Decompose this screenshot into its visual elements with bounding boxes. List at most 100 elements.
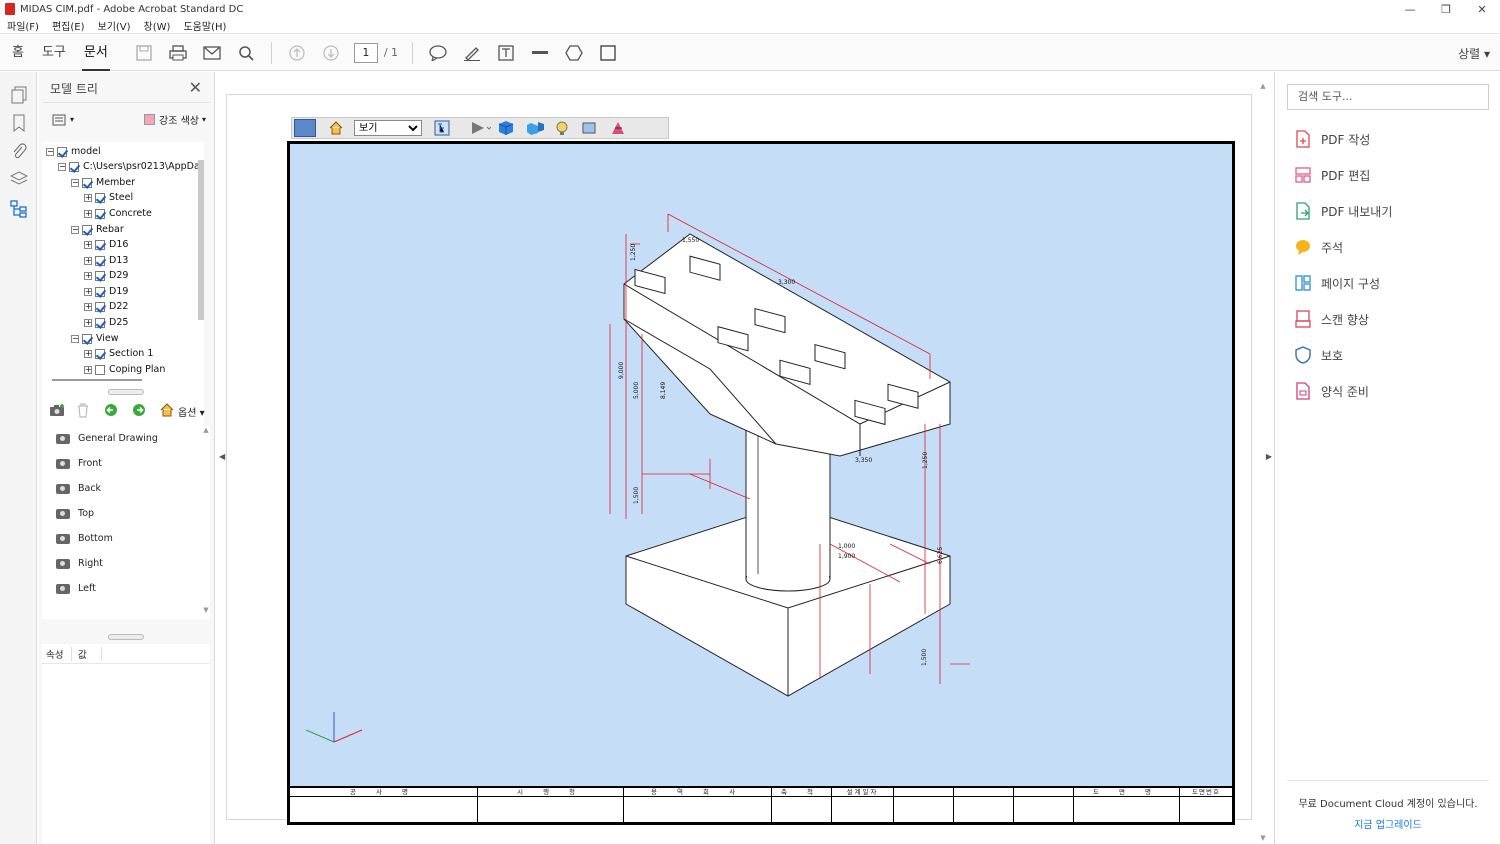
- play-animation-icon[interactable]: [470, 120, 492, 136]
- tool-search-input[interactable]: 검색 도구...: [1287, 84, 1489, 110]
- tree-checkbox[interactable]: [95, 364, 105, 375]
- tab-tools[interactable]: 도구: [42, 35, 66, 71]
- user-account-menu[interactable]: 상렬 ▾: [1458, 45, 1490, 62]
- menu-window[interactable]: 창(W): [144, 18, 171, 33]
- tree-item-member[interactable]: − Member: [71, 175, 135, 190]
- tree-scrollbar[interactable]: [198, 160, 204, 320]
- email-icon[interactable]: [200, 41, 224, 65]
- bookmark-icon[interactable]: [10, 114, 28, 133]
- tree-item-path[interactable]: − C:\Users\psr0213\AppData\: [58, 159, 204, 174]
- tree-item-concrete[interactable]: + Concrete: [84, 206, 152, 221]
- tree-item-model[interactable]: − model: [46, 144, 101, 159]
- line-icon[interactable]: [528, 41, 552, 65]
- highlight-pen-icon[interactable]: [460, 41, 484, 65]
- tab-document[interactable]: 문서: [81, 35, 110, 71]
- tree-item-d19[interactable]: + D19: [84, 284, 128, 299]
- upgrade-link[interactable]: 지금 업그레이드: [1287, 816, 1489, 831]
- tree-item-d16[interactable]: + D16: [84, 237, 128, 252]
- prev-page-icon[interactable]: [285, 41, 309, 65]
- view-item-back[interactable]: Back: [42, 476, 200, 501]
- tree-checkbox[interactable]: [95, 255, 105, 266]
- next-view-icon[interactable]: [132, 403, 146, 420]
- projection-icon[interactable]: [498, 120, 514, 136]
- save-icon[interactable]: [132, 41, 156, 65]
- tree-checkbox[interactable]: [82, 224, 92, 235]
- tool-prepare-form[interactable]: 양식 준비: [1295, 380, 1369, 402]
- view-item-front[interactable]: Front: [42, 451, 200, 476]
- comment-icon[interactable]: [426, 41, 450, 65]
- tree-checkbox[interactable]: [95, 192, 105, 203]
- rotate-tool-icon[interactable]: [294, 119, 316, 137]
- tree-checkbox[interactable]: [95, 208, 105, 219]
- layers-icon[interactable]: [9, 170, 29, 188]
- collapse-right-icon[interactable]: ▶: [1266, 452, 1272, 461]
- view-item-top[interactable]: Top: [42, 501, 200, 526]
- lighting-icon[interactable]: [554, 120, 570, 136]
- text-box-icon[interactable]: [494, 41, 518, 65]
- view-select[interactable]: 보기: [354, 120, 422, 136]
- tree-checkbox[interactable]: [69, 161, 79, 172]
- menu-view[interactable]: 보기(V): [98, 18, 131, 33]
- tool-comment[interactable]: 주석: [1295, 236, 1343, 258]
- previous-view-icon[interactable]: [104, 403, 118, 420]
- tree-checkbox[interactable]: [95, 270, 105, 281]
- view-item-left[interactable]: Left: [42, 576, 200, 601]
- tree-checkbox[interactable]: [95, 239, 105, 250]
- tree-item-rebar[interactable]: − Rebar: [71, 222, 124, 237]
- page-number-input[interactable]: 1: [353, 42, 378, 63]
- view-item-right[interactable]: Right: [42, 551, 200, 576]
- collapse-left-icon[interactable]: ◀: [219, 452, 225, 461]
- tool-export-pdf[interactable]: PDF 내보내기: [1295, 200, 1392, 222]
- background-color-icon[interactable]: [582, 120, 598, 136]
- tool-create-pdf[interactable]: PDF 작성: [1295, 128, 1370, 150]
- tree-checkbox[interactable]: [95, 286, 105, 297]
- add-view-icon[interactable]: [48, 403, 66, 420]
- panel-splitter-2[interactable]: [108, 634, 144, 640]
- model-tree-toggle-icon[interactable]: [434, 120, 450, 136]
- search-icon[interactable]: [234, 41, 258, 65]
- tree-item-d29[interactable]: + D29: [84, 268, 128, 283]
- pages-icon[interactable]: [10, 86, 28, 104]
- tool-protect[interactable]: 보호: [1295, 344, 1343, 366]
- highlight-color-picker[interactable]: 강조 색상 ▾: [144, 112, 206, 127]
- model-tree-icon[interactable]: [10, 200, 28, 218]
- attachment-icon[interactable]: [10, 142, 28, 160]
- home-view-3d-icon[interactable]: [328, 120, 344, 136]
- view-item-bottom[interactable]: Bottom: [42, 526, 200, 551]
- tree-item-coping-plan[interactable]: + Coping Plan: [84, 362, 165, 377]
- views-scrollbar[interactable]: ▲ ▼: [202, 426, 210, 616]
- next-page-icon[interactable]: [319, 41, 343, 65]
- rectangle-icon[interactable]: [596, 41, 620, 65]
- 3d-model-canvas[interactable]: 1,250 1,550 3,300 5,000 8,149 1,500 9,00…: [287, 141, 1235, 825]
- tree-checkbox[interactable]: [82, 177, 92, 188]
- delete-view-icon[interactable]: [76, 402, 90, 421]
- close-icon[interactable]: ✕: [189, 78, 202, 97]
- menu-file[interactable]: 파일(F): [7, 18, 39, 33]
- view-item-general-drawing[interactable]: General Drawing: [42, 426, 200, 451]
- tool-organize-pages[interactable]: 페이지 구성: [1295, 272, 1380, 294]
- views-options-menu[interactable]: 옵션 ▾: [178, 404, 205, 419]
- panel-splitter[interactable]: [108, 389, 144, 395]
- polygon-icon[interactable]: [562, 41, 586, 65]
- tool-enhance-scans[interactable]: 스캔 향상: [1295, 308, 1369, 330]
- tree-checkbox[interactable]: [95, 348, 105, 359]
- tree-item-d22[interactable]: + D22: [84, 299, 128, 314]
- tree-item-d13[interactable]: + D13: [84, 253, 128, 268]
- tree-checkbox[interactable]: [95, 317, 105, 328]
- tree-checkbox[interactable]: [82, 333, 92, 344]
- cross-section-icon[interactable]: [610, 120, 626, 136]
- menu-help[interactable]: 도움말(H): [183, 18, 226, 33]
- tool-edit-pdf[interactable]: PDF 편집: [1295, 164, 1370, 186]
- tree-checkbox[interactable]: [57, 146, 67, 157]
- restore-button[interactable]: ❐: [1428, 0, 1464, 18]
- close-window-button[interactable]: ✕: [1464, 0, 1500, 18]
- print-icon[interactable]: [166, 41, 190, 65]
- home-view-icon[interactable]: [160, 402, 174, 420]
- minimize-button[interactable]: —: [1392, 0, 1428, 18]
- tree-item-section1[interactable]: + Section 1: [84, 346, 153, 361]
- tree-checkbox[interactable]: [95, 301, 105, 312]
- render-mode-icon[interactable]: [526, 120, 544, 136]
- menu-edit[interactable]: 편집(E): [52, 18, 85, 33]
- tree-item-view[interactable]: − View: [71, 331, 119, 346]
- tree-hscrollbar[interactable]: [52, 379, 142, 381]
